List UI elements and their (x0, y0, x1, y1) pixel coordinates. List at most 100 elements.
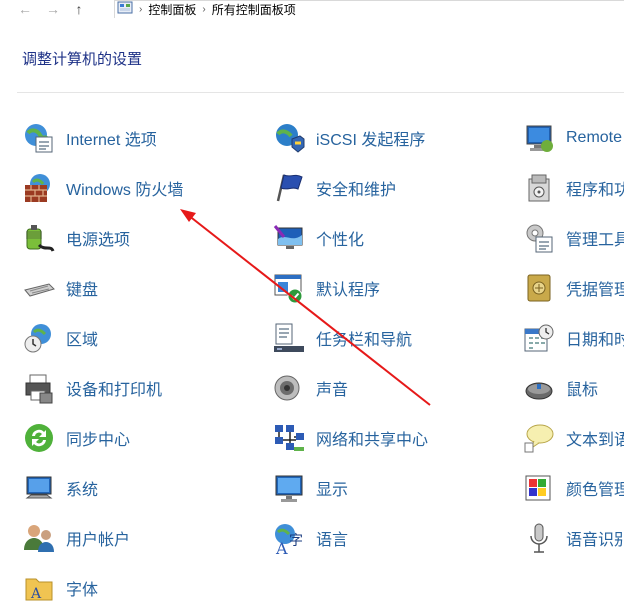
item-label: 凭据管理 (566, 282, 624, 299)
item-default-programs[interactable]: 默认程序 (272, 270, 380, 306)
item-label: 语音识别 (566, 532, 624, 549)
personalization-icon (272, 221, 306, 255)
item-label: 安全和维护 (316, 182, 397, 199)
display-icon (272, 471, 306, 505)
item-personalization[interactable]: 个性化 (272, 220, 364, 256)
page-title: 调整计算机的设置 (22, 51, 143, 68)
speaker-icon (272, 371, 306, 405)
item-label: Internet 选项 (66, 132, 157, 149)
taskbar-icon (272, 321, 306, 355)
item-label: Remote (566, 129, 623, 146)
item-remoteapp[interactable]: Remote (522, 120, 622, 156)
breadcrumb-item-control-panel[interactable]: 控制面板 (148, 1, 196, 18)
system-icon (22, 471, 56, 505)
item-label: 字体 (66, 582, 99, 599)
breadcrumb-item-all-items[interactable]: 所有控制面板项 (212, 1, 296, 18)
flag-icon (272, 171, 306, 205)
credential-vault-icon (522, 271, 556, 305)
forward-button[interactable]: → (44, 0, 62, 18)
back-button[interactable]: ← (16, 0, 34, 18)
item-label: 文本到语 (566, 432, 624, 449)
item-label: 默认程序 (316, 282, 381, 299)
item-text-to-speech[interactable]: 文本到语 (522, 420, 624, 456)
item-network-sharing[interactable]: 网络和共享中心 (272, 420, 428, 456)
fonts-folder-icon: A (22, 571, 56, 605)
item-label: 个性化 (316, 232, 365, 249)
divider (17, 92, 624, 93)
svg-text:A: A (30, 586, 42, 602)
item-label: 鼠标 (566, 382, 599, 399)
internet-options-icon (22, 121, 56, 155)
item-label: 颜色管理 (566, 482, 624, 499)
address-bar: ← → ↑ › 控制面板 › 所有控制面板项 (0, 0, 624, 20)
item-label: 键盘 (66, 282, 99, 299)
speech-bubble-icon (522, 421, 556, 455)
item-label: 日期和时 (566, 332, 624, 349)
item-label: 设备和打印机 (66, 382, 163, 399)
microphone-icon (522, 521, 556, 555)
item-mouse[interactable]: 鼠标 (522, 370, 598, 406)
region-icon (22, 321, 56, 355)
item-label: Windows 防火墙 (66, 182, 184, 199)
svg-text:A: A (275, 539, 288, 555)
svg-text:字: 字 (289, 533, 303, 549)
item-user-accounts[interactable]: 用户帐户 (22, 520, 130, 556)
admin-tools-icon (522, 221, 556, 255)
firewall-icon (22, 171, 56, 205)
calendar-clock-icon (522, 321, 556, 355)
item-label: 管理工具 (566, 232, 624, 249)
programs-icon (522, 171, 556, 205)
item-admin-tools[interactable]: 管理工具 (522, 220, 624, 256)
item-power-options[interactable]: 电源选项 (22, 220, 130, 256)
item-security-maintenance[interactable]: 安全和维护 (272, 170, 396, 206)
item-programs-features[interactable]: 程序和功 (522, 170, 624, 206)
item-keyboard[interactable]: 键盘 (22, 270, 98, 306)
item-label: 程序和功 (566, 182, 624, 199)
chevron-right-icon: › (139, 4, 143, 15)
up-button[interactable]: ↑ (70, 0, 88, 18)
item-label: 区域 (66, 332, 99, 349)
user-accounts-icon (22, 521, 56, 555)
chevron-right-icon: › (202, 4, 206, 15)
item-region[interactable]: 区域 (22, 320, 98, 356)
color-management-icon (522, 471, 556, 505)
item-speech-recognition[interactable]: 语音识别 (522, 520, 624, 556)
mouse-icon (522, 371, 556, 405)
item-credential-manager[interactable]: 凭据管理 (522, 270, 624, 306)
item-label: 语言 (316, 532, 349, 549)
item-label: 声音 (316, 382, 349, 399)
item-taskbar-navigation[interactable]: 任务栏和导航 (272, 320, 412, 356)
item-label: 任务栏和导航 (316, 332, 413, 349)
item-language[interactable]: A字 语言 (272, 520, 348, 556)
item-sync-center[interactable]: 同步中心 (22, 420, 130, 456)
item-sound[interactable]: 声音 (272, 370, 348, 406)
control-panel-small-icon (117, 1, 133, 18)
item-devices-printers[interactable]: 设备和打印机 (22, 370, 162, 406)
item-display[interactable]: 显示 (272, 470, 348, 506)
item-system[interactable]: 系统 (22, 470, 98, 506)
item-iscsi[interactable]: iSCSI 发起程序 (272, 120, 425, 156)
keyboard-icon (22, 271, 56, 305)
remoteapp-icon (522, 121, 556, 155)
iscsi-icon (272, 121, 306, 155)
network-icon (272, 421, 306, 455)
item-label: 电源选项 (66, 232, 131, 249)
item-date-time[interactable]: 日期和时 (522, 320, 624, 356)
item-label: 同步中心 (66, 432, 131, 449)
up-arrow-icon: ↑ (75, 1, 83, 17)
item-label: 显示 (316, 482, 349, 499)
item-internet-options[interactable]: Internet 选项 (22, 120, 157, 156)
printer-icon (22, 371, 56, 405)
item-label: iSCSI 发起程序 (316, 132, 426, 149)
item-label: 系统 (66, 482, 99, 499)
sync-icon (22, 421, 56, 455)
item-label: 用户帐户 (66, 532, 131, 549)
item-label: 网络和共享中心 (316, 432, 429, 449)
breadcrumb[interactable]: › 控制面板 › 所有控制面板项 (114, 0, 624, 18)
item-fonts[interactable]: A 字体 (22, 570, 98, 606)
item-windows-firewall[interactable]: Windows 防火墙 (22, 170, 183, 206)
default-programs-icon (272, 271, 306, 305)
item-color-management[interactable]: 颜色管理 (522, 470, 624, 506)
power-icon (22, 221, 56, 255)
language-icon: A字 (272, 521, 306, 555)
